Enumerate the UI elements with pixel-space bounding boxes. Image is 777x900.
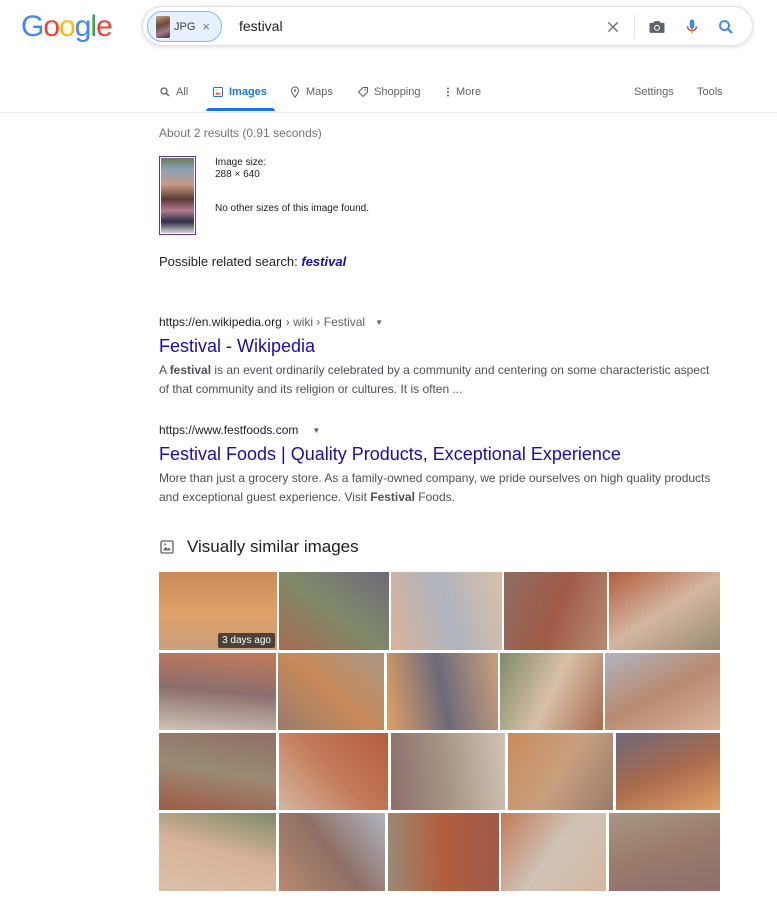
similar-image[interactable]: 3 days ago	[159, 572, 277, 650]
result-url[interactable]: https://www.festfoods.com ▼	[159, 423, 719, 437]
search-icon	[160, 87, 170, 97]
logo-letter: o	[59, 10, 76, 43]
tab-label: More	[456, 86, 482, 98]
tab-more[interactable]: More	[445, 84, 481, 100]
camera-icon[interactable]	[645, 15, 669, 39]
similar-image[interactable]	[504, 572, 607, 650]
related-search-link[interactable]: festival	[301, 254, 346, 269]
tab-label: All	[176, 86, 189, 98]
similar-image[interactable]	[616, 733, 720, 810]
similar-image[interactable]	[159, 813, 276, 891]
chevron-down-icon[interactable]: ▼	[312, 426, 320, 435]
visually-similar-header: Visually similar images	[159, 537, 359, 557]
result-stats: About 2 results (0.91 seconds)	[159, 126, 322, 140]
date-badge: 3 days ago	[218, 633, 275, 648]
similar-image[interactable]	[387, 653, 498, 730]
similar-image[interactable]	[388, 813, 499, 891]
image-icon	[213, 87, 223, 97]
search-result: https://www.festfoods.com ▼ Festival Foo…	[159, 423, 719, 507]
image-size-value: 288 × 640	[215, 169, 260, 180]
similar-image[interactable]	[159, 733, 276, 810]
active-tab-indicator	[206, 108, 275, 111]
tab-label: Tools	[697, 86, 723, 98]
similar-image[interactable]	[279, 813, 385, 891]
result-url[interactable]: https://en.wikipedia.org › wiki › Festiv…	[159, 315, 719, 329]
chevron-down-icon[interactable]: ▼	[375, 318, 383, 327]
result-title-link[interactable]: Festival Foods | Quality Products, Excep…	[159, 443, 719, 465]
search-input[interactable]: festival	[239, 18, 283, 34]
image-info: Image size: 288 × 640 No other sizes of …	[215, 157, 369, 215]
visually-similar-title: Visually similar images	[187, 537, 359, 556]
tab-all[interactable]: All	[159, 84, 188, 100]
search-icon[interactable]	[714, 15, 738, 39]
tab-maps[interactable]: Maps	[289, 84, 333, 100]
logo-letter: o	[43, 10, 60, 43]
logo-letter: e	[96, 10, 113, 43]
query-image-thumbnail[interactable]	[159, 156, 196, 235]
result-breadcrumb: › wiki › Festival	[285, 315, 366, 329]
tab-shopping[interactable]: Shopping	[357, 84, 421, 100]
similar-image[interactable]	[609, 813, 720, 891]
similar-image[interactable]	[278, 653, 384, 730]
similar-image[interactable]	[501, 813, 606, 891]
related-search: Possible related search: festival	[159, 254, 346, 269]
similar-image[interactable]	[159, 653, 276, 730]
result-snippet: More than just a grocery store. As a fam…	[159, 471, 711, 504]
result-domain: https://www.festfoods.com	[159, 423, 299, 437]
mic-icon[interactable]	[680, 15, 704, 39]
chip-close-icon[interactable]: ×	[202, 19, 210, 34]
tab-settings[interactable]: Settings	[634, 84, 674, 100]
tab-tools[interactable]: Tools	[697, 84, 723, 100]
tab-label: Maps	[306, 86, 333, 98]
logo-letter: G	[21, 10, 44, 43]
result-domain: https://en.wikipedia.org	[159, 315, 282, 329]
chip-label: JPG	[174, 20, 196, 33]
search-tabs: All Images Maps Shopping More Settings T…	[159, 84, 777, 112]
tab-label: Shopping	[374, 86, 421, 98]
similar-images-grid: 3 days ago	[159, 572, 721, 892]
no-other-sizes: No other sizes of this image found.	[215, 203, 369, 214]
similar-image[interactable]	[391, 733, 505, 810]
tab-label: Settings	[634, 86, 674, 98]
similar-image[interactable]	[508, 733, 613, 810]
related-prefix: Possible related search:	[159, 254, 298, 269]
search-box[interactable]: JPG × festival	[142, 6, 753, 46]
similar-image[interactable]	[391, 572, 502, 650]
image-search-chip[interactable]: JPG ×	[147, 11, 222, 42]
result-snippet: A festival is an event ordinarily celebr…	[159, 363, 710, 396]
clear-icon[interactable]	[601, 15, 625, 39]
image-size-label: Image size:	[215, 157, 267, 168]
search-divider	[634, 15, 635, 39]
similar-image[interactable]	[500, 653, 603, 730]
similar-image[interactable]	[609, 572, 720, 650]
search-result: https://en.wikipedia.org › wiki › Festiv…	[159, 315, 719, 399]
tab-images[interactable]: Images	[212, 84, 267, 100]
image-icon	[160, 540, 174, 554]
logo-letter: g	[74, 10, 92, 43]
tab-label: Images	[229, 86, 267, 98]
header-divider	[0, 112, 777, 113]
similar-image[interactable]	[279, 733, 388, 810]
google-logo[interactable]: Google	[21, 10, 113, 44]
chip-thumbnail	[156, 15, 170, 38]
more-vert-icon	[447, 87, 449, 97]
similar-image[interactable]	[605, 653, 720, 730]
result-title-link[interactable]: Festival - Wikipedia	[159, 335, 719, 357]
map-pin-icon	[290, 86, 300, 98]
tag-icon	[357, 87, 368, 98]
similar-image[interactable]	[279, 572, 389, 650]
